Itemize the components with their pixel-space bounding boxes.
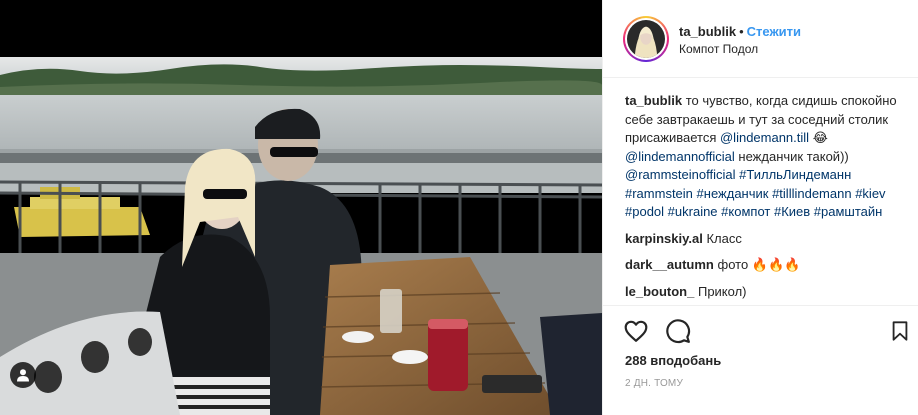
hashtag-link[interactable]: #ТилльЛиндеманн (739, 167, 851, 182)
hashtag-link[interactable]: #Киев (774, 204, 810, 219)
post-header: ta_bublik • Стежити Компот Подол (603, 0, 918, 78)
comment-username[interactable]: le_bouton_ (625, 284, 694, 299)
person-tag-icon (17, 369, 29, 382)
mention-link[interactable]: @lindemann.till (720, 130, 809, 145)
comment-item: dark__autumn фото 🔥🔥🔥 (625, 256, 907, 275)
post-actions: 288 вподобань 2 дн. тому (603, 305, 918, 415)
bookmark-icon[interactable] (889, 318, 911, 344)
post-media (0, 0, 602, 415)
mention-link[interactable]: @rammsteinofficial (625, 167, 736, 182)
tagged-users-button[interactable] (10, 362, 36, 388)
hashtag-link[interactable]: #компот (721, 204, 770, 219)
comment-item: le_bouton_ Прикол) (625, 283, 907, 302)
heart-outline-icon[interactable] (623, 318, 649, 344)
comment-username[interactable]: karpinskiy.al (625, 231, 703, 246)
comment-text: Прикол) (697, 283, 747, 299)
hashtag-link[interactable]: #ukraine (668, 204, 718, 219)
caption-username[interactable]: ta_bublik (625, 93, 682, 108)
hashtag-link[interactable]: #rammstein (625, 186, 693, 201)
hashtag-link[interactable]: #podol (625, 204, 664, 219)
header-title-line: ta_bublik • Стежити (679, 24, 801, 39)
likes-count[interactable]: 288 вподобань (625, 353, 721, 368)
comment-username[interactable]: dark__autumn (625, 257, 714, 272)
comment-text: Класс (706, 230, 742, 246)
comments-list: ta_bublik то чувство, когда сидишь споко… (625, 92, 907, 301)
hashtag-link[interactable]: #нежданчик (697, 186, 769, 201)
post-timestamp[interactable]: 2 дн. тому (625, 378, 683, 389)
follow-button[interactable]: Стежити (747, 24, 801, 39)
author-username[interactable]: ta_bublik (679, 24, 736, 39)
avatar[interactable] (623, 16, 669, 62)
comment-item: karpinskiy.al Класс (625, 230, 907, 249)
post-side-panel: ta_bublik • Стежити Компот Подол ta_bublik… (602, 0, 918, 415)
location-link[interactable]: Компот Подол (679, 42, 758, 56)
caption-emoji: 😂 (812, 130, 828, 145)
comment-text: фото 🔥🔥🔥 (717, 257, 801, 272)
caption-text: нежданчик такой)) (738, 148, 849, 164)
hashtag-link[interactable]: #рамштайн (814, 204, 883, 219)
hashtag-link[interactable]: #kiev (855, 186, 885, 201)
header-separator: • (739, 24, 744, 39)
mention-link[interactable]: @lindemannofficial (625, 149, 735, 164)
post-caption: ta_bublik то чувство, когда сидишь споко… (625, 92, 907, 222)
post-photo[interactable] (0, 57, 602, 415)
hashtag-link[interactable]: #tilllindemann (772, 186, 852, 201)
avatar-image (627, 20, 665, 58)
instagram-post: ta_bublik • Стежити Компот Подол ta_bublik… (0, 0, 918, 415)
speech-bubble-icon[interactable] (665, 318, 691, 344)
